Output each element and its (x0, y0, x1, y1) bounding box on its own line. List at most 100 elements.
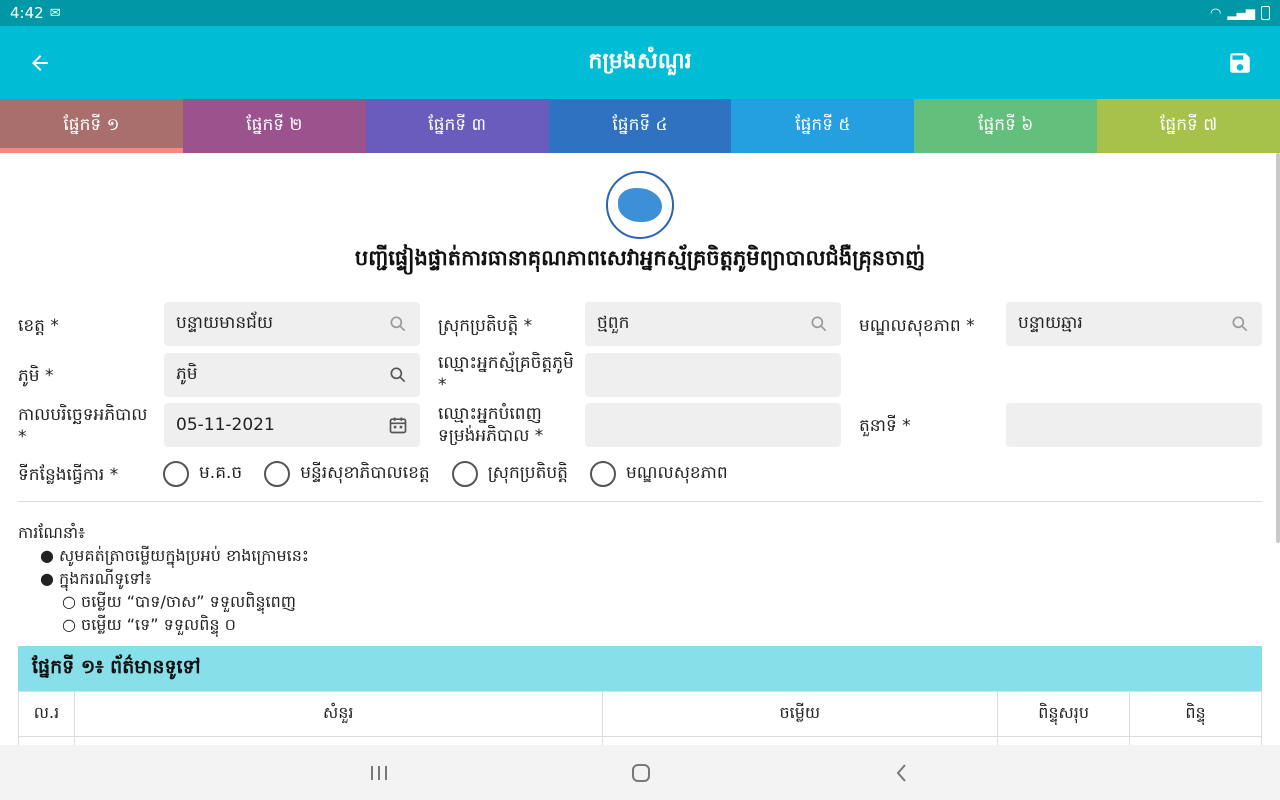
form-heading: បញ្ជីផ្ទៀងផ្ទាត់ការធានាគុណភាពសេវាអ្នកស្ម… (354, 246, 926, 270)
radio-circle (451, 461, 478, 487)
supervisor-name-input[interactable] (585, 403, 841, 447)
od-field[interactable]: ថ្មពួក (585, 302, 841, 346)
role-input[interactable] (1006, 403, 1262, 447)
home-button[interactable] (630, 762, 652, 784)
search-icon (809, 314, 829, 334)
tab-label: ផ្នែកទី ២ (246, 114, 303, 135)
radio-circle (589, 461, 616, 487)
table-cell (73, 736, 603, 745)
workplace-radio-cnm[interactable]: ម.គ.ច (163, 461, 242, 487)
date-value: 05-11-2021 (176, 415, 275, 435)
section-header: ផ្នែកទី ១៖ ព័ត៌មានទូទៅ (18, 646, 1262, 691)
ministry-logo (606, 171, 674, 239)
tab-label: ផ្នែកទី ៣ (428, 114, 486, 135)
status-bar: 4:42 ✉ ◠ ▂▄▆ (0, 0, 1280, 26)
tab-label: ផ្នែកទី ៦ (978, 114, 1034, 135)
table-cell (18, 736, 75, 745)
calendar-icon[interactable] (388, 415, 408, 435)
province-value: បន្ទាយមានជ័យ (176, 312, 274, 333)
guidance-title: ការណែនាំ៖ (18, 523, 86, 542)
vmw-name-input[interactable] (585, 353, 841, 397)
col-header-answer: ចម្លើយ (601, 691, 999, 737)
tab-label: ផ្នែកទី ៥ (795, 114, 851, 135)
tab-section-2[interactable]: ផ្នែកទី ២ (182, 99, 366, 153)
tab-section-7[interactable]: ផ្នែកទី ៧ (1097, 99, 1280, 153)
workplace-radio-group: ម.គ.ច មន្ទីរសុខាភិបាលខេត្ត ស្រុកប្រតិបត្… (163, 461, 750, 487)
radio-label: ស្រុកប្រតិបត្តិ (487, 462, 568, 483)
guidance-bullet: ● សូមគត់ត្រាចម្លើយក្នុងប្រអប់ ខាងក្រោមនេ… (40, 546, 309, 565)
village-field[interactable]: ភូមិ (164, 353, 420, 397)
tab-section-5[interactable]: ផ្នែកទី ៥ (731, 99, 915, 153)
workplace-radio-phd[interactable]: មន្ទីរសុខាភិបាលខេត្ត (264, 461, 430, 487)
guidance-bullet: ● ក្នុងករណីទូទៅ៖ (40, 569, 152, 588)
search-icon (1230, 314, 1250, 334)
table-row (18, 736, 1262, 745)
tab-section-1[interactable]: ផ្នែកទី ១ (0, 99, 183, 153)
village-label: ភូមិ * (18, 366, 54, 386)
guidance-block: ការណែនាំ៖ ● សូមគត់ត្រាចម្លើយក្នុងប្រអប់ … (18, 521, 309, 636)
col-header-score: ពិន្ទុ (1129, 691, 1262, 737)
radio-label: ម.គ.ច (199, 462, 243, 483)
page-title: កម្រងសំណួរ (588, 48, 692, 74)
question-table: ល.រ សំនួរ ចម្លើយ ពិន្ទុសរុប ពិន្ទុ (18, 691, 1262, 745)
status-icons: ◠ ▂▄▆ (1210, 6, 1270, 21)
save-button[interactable] (1200, 50, 1280, 76)
radio-circle (264, 461, 291, 487)
col-header-no: ល.រ (18, 691, 75, 737)
province-label: ខេត្ត * (18, 316, 59, 336)
gmail-icon: ✉ (49, 5, 61, 21)
table-header-row: ល.រ សំនួរ ចម្លើយ ពិន្ទុសរុប ពិន្ទុ (18, 691, 1262, 737)
scrollbar[interactable] (1276, 153, 1280, 543)
home-icon (632, 763, 650, 782)
nav-back-button[interactable] (892, 762, 912, 784)
radio-circle (163, 461, 189, 487)
tab-label: ផ្នែកទី ៧ (1160, 114, 1218, 135)
section-tabs: ផ្នែកទី ១ ផ្នែកទី ២ ផ្នែកទី ៣ ផ្នែកទី ៤ … (0, 99, 1280, 153)
province-field[interactable]: បន្ទាយមានជ័យ (164, 302, 420, 346)
back-button[interactable] (0, 51, 80, 75)
date-label: កាលបរិច្ឆេទអភិបាល * (18, 405, 148, 447)
app-bar: កម្រងសំណួរ (0, 26, 1280, 99)
table-cell (1129, 736, 1262, 745)
village-value: ភូមិ (176, 363, 198, 384)
workplace-radio-od[interactable]: ស្រុកប្រតិបត្តិ (451, 461, 568, 487)
tab-section-3[interactable]: ផ្នែកទី ៣ (365, 99, 549, 153)
radio-label: មន្ទីរសុខាភិបាលខេត្ត (300, 462, 430, 483)
recent-apps-button[interactable] (368, 763, 390, 783)
tab-section-6[interactable]: ផ្នែកទី ៦ (914, 99, 1098, 153)
od-value: ថ្មពួក (597, 312, 630, 333)
tab-section-4[interactable]: ផ្នែកទី ៤ (548, 99, 732, 153)
table-cell (601, 736, 999, 745)
tab-label: ផ្នែកទី ៤ (612, 114, 668, 135)
hc-value: បន្ទាយឆ្មារ (1018, 312, 1083, 333)
recent-apps-icon (371, 765, 387, 780)
workplace-radio-hc[interactable]: មណ្ឌលសុខភាព (589, 461, 728, 487)
system-nav-bar (0, 745, 1280, 800)
role-label: តួនាទី * (859, 416, 911, 436)
supervisor-label: ឈ្មោះអ្នកបំពេញទម្រង់អភិបាល * (438, 404, 544, 446)
divider (18, 501, 1262, 502)
workplace-label: ទីកន្លែងធ្វើការ * (18, 465, 119, 485)
save-icon (1230, 52, 1250, 73)
search-icon (388, 314, 408, 334)
guidance-sub-bullet: ○ ចម្លើយ “ទេ” ទទួលពិន្ទុ ០ (62, 615, 236, 634)
date-field[interactable]: 05-11-2021 (164, 403, 420, 447)
form-content[interactable]: បញ្ជីផ្ទៀងផ្ទាត់ការធានាគុណភាពសេវាអ្នកស្ម… (0, 153, 1280, 745)
wifi-icon: ◠ (1209, 5, 1222, 21)
hc-label: មណ្ឌលសុខភាព * (859, 316, 975, 336)
hc-field[interactable]: បន្ទាយឆ្មារ (1006, 302, 1262, 346)
arrow-left-icon (32, 54, 48, 71)
chevron-left-icon (896, 763, 906, 782)
col-header-total-score: ពិន្ទុសរុប (997, 691, 1131, 737)
guidance-sub-bullet: ○ ចម្លើយ “បាទ/ចាស” ទទួលពិន្ទុពេញ (62, 592, 296, 611)
table-cell (997, 736, 1131, 745)
tab-label: ផ្នែកទី ១ (63, 114, 120, 135)
vmw-label: ឈ្មោះអ្នកស្ម័គ្រចិត្តភូមិ * (438, 353, 574, 395)
radio-label: មណ្ឌលសុខភាព (625, 462, 728, 483)
logo-map-shape (618, 188, 662, 222)
signal-icon: ▂▄▆ (1227, 6, 1255, 20)
battery-icon (1261, 6, 1270, 20)
col-header-question: សំនួរ (73, 691, 603, 737)
status-time: 4:42 (10, 4, 44, 22)
search-icon (388, 365, 408, 385)
